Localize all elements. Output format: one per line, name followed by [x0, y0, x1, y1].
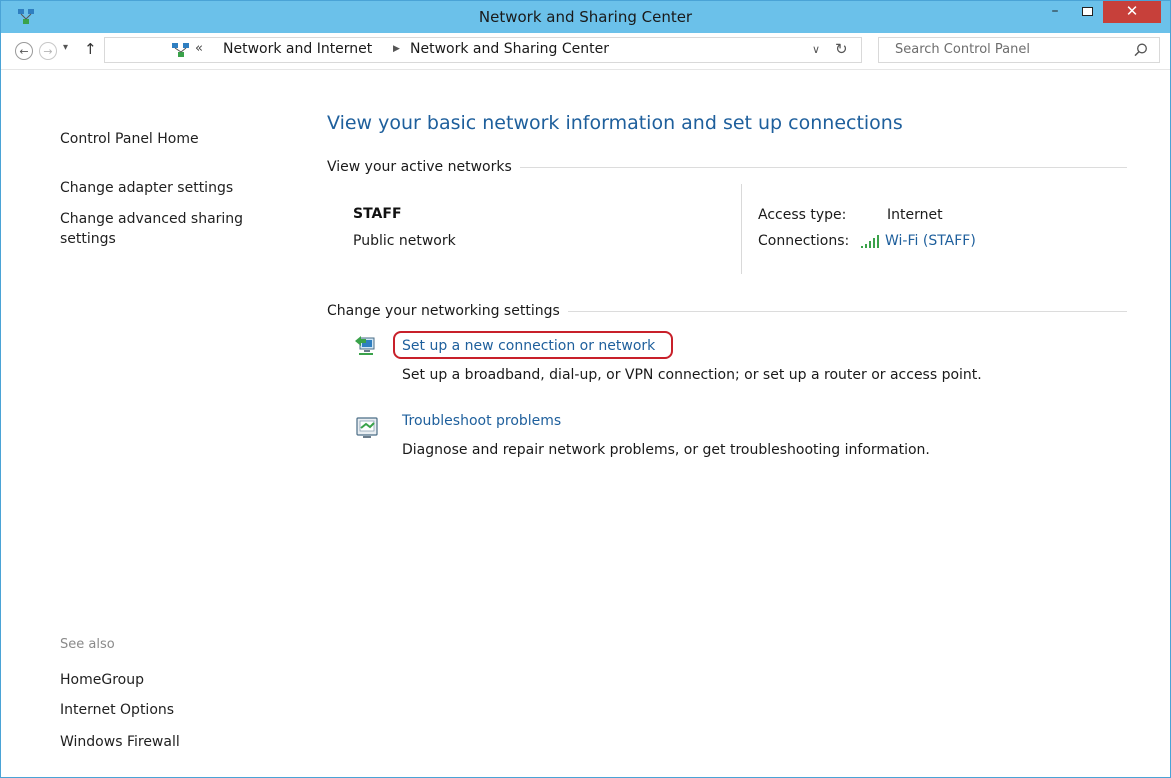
breadcrumb-network-and-internet[interactable]: Network and Internet	[223, 41, 372, 57]
address-bar[interactable]: « Network and Internet ▶ Network and Sha…	[104, 37, 862, 63]
network-center-icon	[172, 43, 189, 57]
access-type-value: Internet	[887, 207, 943, 223]
settings-header: Change your networking settings	[327, 303, 1127, 319]
sidebar-item-change-advanced-sharing-settings[interactable]: Change advanced sharing settings	[60, 209, 280, 249]
sidebar-item-homegroup[interactable]: HomeGroup	[60, 670, 144, 690]
up-button[interactable]: ↑	[84, 40, 97, 58]
new-connection-icon	[355, 336, 375, 355]
setup-new-connection-description: Set up a broadband, dial-up, or VPN conn…	[402, 367, 982, 383]
navigation-bar: ← → ▾ ↑ « Network and Internet ▶ Network…	[1, 33, 1170, 70]
troubleshoot-problems-description: Diagnose and repair network problems, or…	[402, 442, 930, 458]
settings-header-label: Change your networking settings	[327, 303, 560, 319]
divider	[567, 310, 1127, 312]
sidebar-item-internet-options[interactable]: Internet Options	[60, 700, 174, 720]
troubleshoot-problems-link[interactable]: Troubleshoot problems	[402, 413, 561, 429]
title-bar[interactable]: Network and Sharing Center – ✕	[1, 1, 1170, 33]
sidebar-item-control-panel-home[interactable]: Control Panel Home	[60, 129, 199, 149]
active-networks-header-label: View your active networks	[327, 159, 512, 175]
address-dropdown-button[interactable]: ∨	[812, 43, 820, 56]
close-button[interactable]: ✕	[1103, 1, 1161, 23]
search-box[interactable]	[878, 37, 1160, 63]
sidebar-item-windows-firewall[interactable]: Windows Firewall	[60, 732, 180, 752]
network-type: Public network	[353, 233, 456, 249]
refresh-button[interactable]: ↻	[835, 40, 848, 58]
chevron-right-icon[interactable]: ▶	[393, 44, 400, 54]
divider	[519, 166, 1127, 168]
search-input[interactable]	[893, 41, 1117, 58]
connections-label: Connections:	[758, 233, 850, 249]
page-title: View your basic network information and …	[327, 112, 903, 134]
recent-locations-button[interactable]: ▾	[63, 42, 68, 53]
window-title: Network and Sharing Center	[478, 8, 693, 26]
wifi-signal-icon	[861, 235, 879, 248]
main-content: View your basic network information and …	[327, 70, 1147, 776]
access-type-label: Access type:	[758, 207, 847, 223]
troubleshoot-icon	[356, 417, 378, 438]
back-button[interactable]: ←	[15, 42, 33, 60]
highlight-annotation	[393, 331, 673, 359]
search-icon[interactable]	[1133, 42, 1149, 58]
address-overflow-icon[interactable]: «	[195, 41, 203, 56]
minimize-button[interactable]: –	[1041, 1, 1069, 25]
sidebar-item-change-adapter-settings[interactable]: Change adapter settings	[60, 178, 233, 198]
maximize-button[interactable]	[1073, 1, 1101, 25]
network-name: STAFF	[353, 206, 402, 222]
active-networks-header: View your active networks	[327, 159, 1127, 175]
sidebar: Control Panel Home Change adapter settin…	[1, 70, 301, 776]
divider	[741, 184, 742, 274]
forward-button[interactable]: →	[39, 42, 57, 60]
see-also-heading: See also	[60, 637, 115, 652]
maximize-icon	[1082, 7, 1093, 16]
breadcrumb-network-and-sharing-center[interactable]: Network and Sharing Center	[410, 41, 609, 57]
wifi-connection-link[interactable]: Wi-Fi (STAFF)	[885, 233, 976, 249]
window: Network and Sharing Center – ✕ ← → ▾ ↑ «…	[0, 0, 1171, 778]
